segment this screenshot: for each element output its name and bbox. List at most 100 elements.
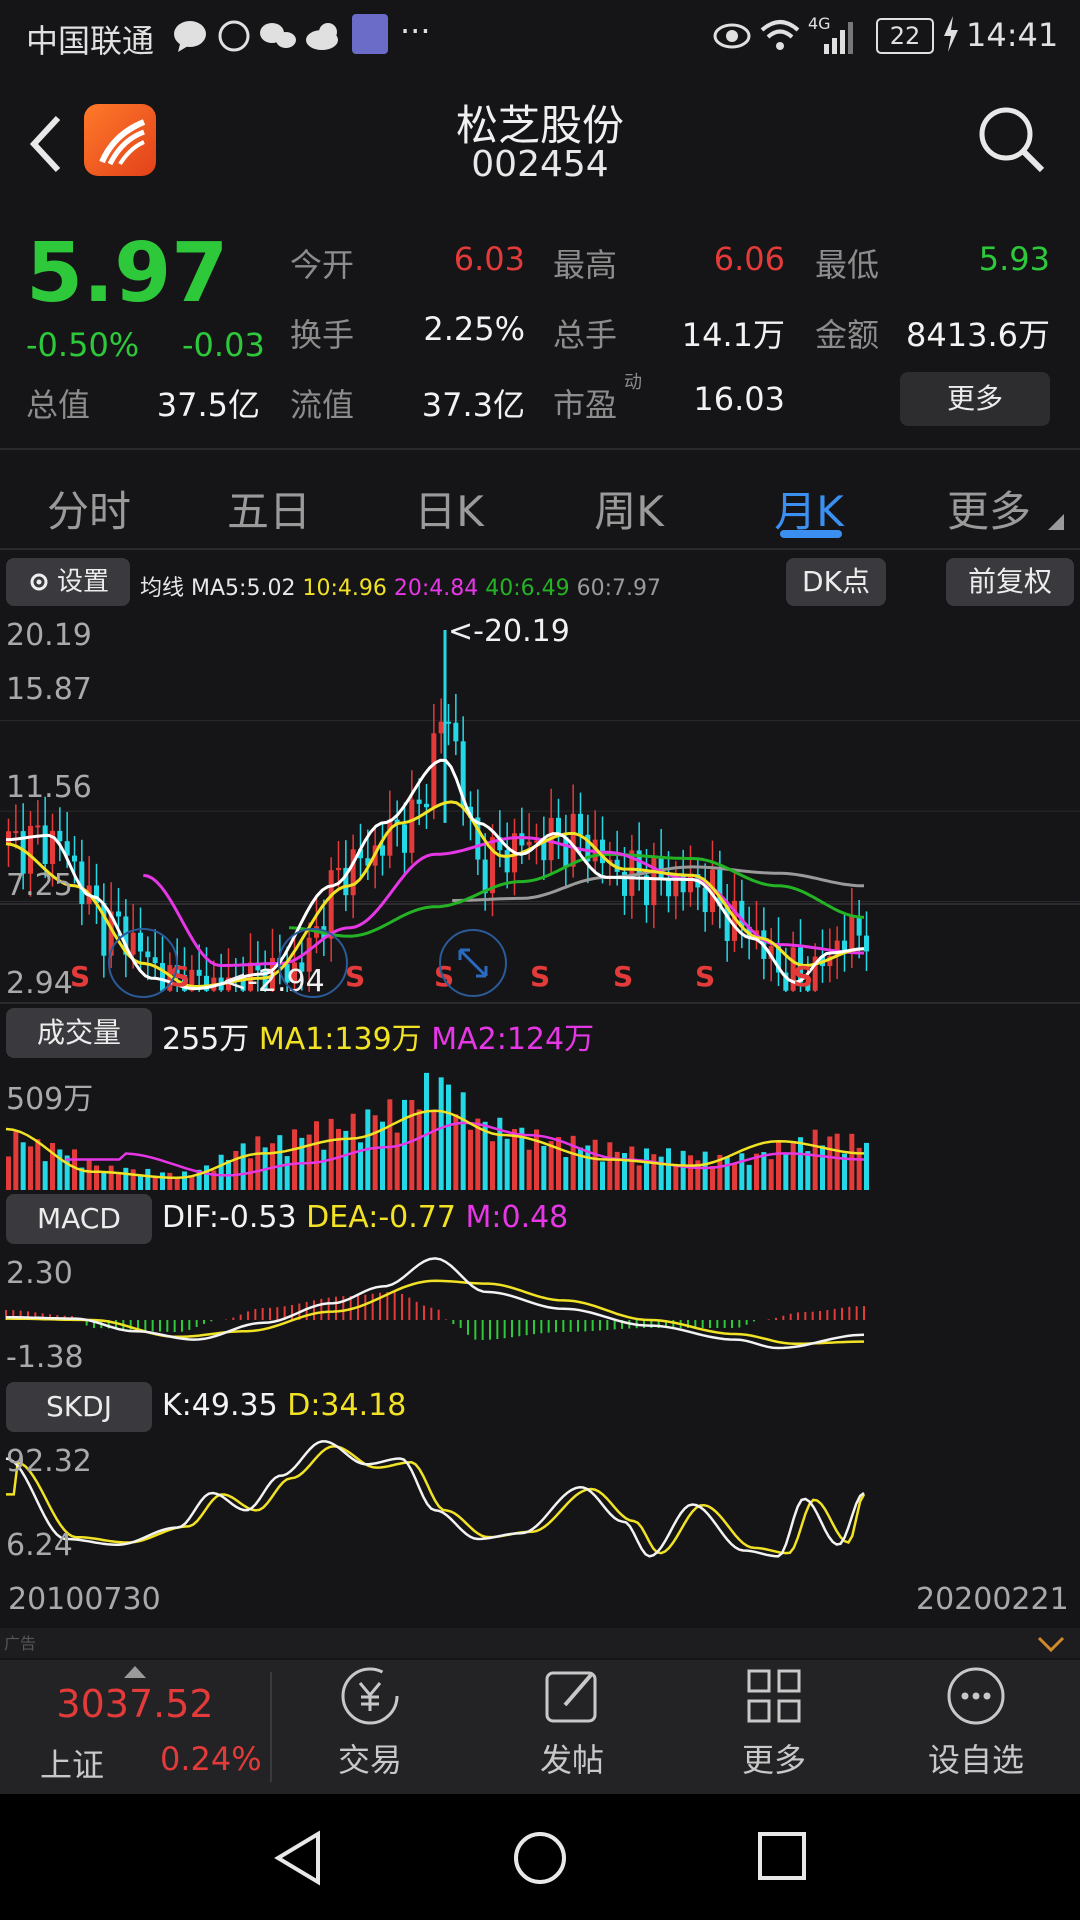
volume-label: 总手: [553, 316, 618, 354]
kline-y-tick: 15.87: [6, 672, 92, 707]
volume-bar: [86, 1159, 92, 1190]
ma-label: 均线: [140, 576, 185, 601]
turnover-value: 2.25%: [423, 310, 525, 348]
sell-signal-marker: S: [70, 960, 91, 993]
volume-bar: [592, 1139, 598, 1190]
volume-value: 14.1万: [681, 316, 785, 354]
index-name: 上证: [40, 1746, 105, 1784]
more-label: 更多: [741, 1741, 806, 1779]
settings-button[interactable]: 设置: [6, 558, 130, 606]
volume-bar: [739, 1153, 745, 1190]
skdj-y-bottom: 6.24: [6, 1528, 73, 1563]
volume-bar: [72, 1149, 77, 1190]
ad-strip: 广告: [0, 1628, 1080, 1658]
nav-recents-icon[interactable]: [756, 1830, 808, 1882]
volume-bar: [849, 1133, 855, 1190]
volume-bar: [174, 1177, 180, 1190]
volume-bar: [827, 1136, 833, 1190]
candle-body: [526, 841, 532, 846]
signal-icon: [822, 20, 858, 62]
more-button[interactable]: 更多: [674, 1665, 874, 1781]
candle-body: [116, 911, 121, 917]
trade-label: 交易: [337, 1741, 402, 1779]
volume-bar: [108, 1165, 114, 1190]
tab-3[interactable]: 日K: [374, 478, 524, 539]
volume-bar: [424, 1072, 429, 1190]
macd-svg: [5, 1257, 865, 1350]
volume-bar: [255, 1136, 261, 1190]
volume-bar: [490, 1141, 495, 1190]
zoom-in-icon[interactable]: [278, 928, 348, 998]
open-label: 今开: [290, 246, 355, 284]
skdj-indicator-button[interactable]: SKDJ: [6, 1382, 152, 1432]
zoom-out-icon[interactable]: [108, 928, 178, 998]
search-button[interactable]: [976, 104, 1046, 180]
tab-6[interactable]: 更多: [914, 478, 1064, 539]
volume-bar: [130, 1169, 136, 1190]
macd-indicator-button[interactable]: MACD: [6, 1194, 152, 1244]
volume-bar: [233, 1150, 239, 1190]
adjust-button[interactable]: 前复权: [946, 558, 1074, 606]
collapse-chevron-icon[interactable]: [1036, 1634, 1066, 1654]
volume-bar: [600, 1161, 605, 1190]
volume-bar: [702, 1151, 708, 1190]
candle-body: [864, 935, 869, 952]
float-value-label: 流值: [290, 386, 355, 424]
volume-bar: [629, 1146, 635, 1190]
volume-bar: [182, 1171, 187, 1190]
volume-bar: [380, 1121, 385, 1190]
volume-bar: [512, 1129, 517, 1190]
nav-home-icon[interactable]: [512, 1830, 568, 1886]
back-button[interactable]: [26, 112, 66, 180]
turnover-label: 换手: [290, 316, 355, 354]
pe-label: 市盈: [553, 386, 618, 424]
index-ticker[interactable]: 3037.52 上证 0.24%: [0, 1660, 270, 1794]
candle-body: [328, 870, 334, 939]
volume-chart[interactable]: [0, 1062, 1080, 1190]
pe-dynamic-mark: 动: [624, 372, 642, 393]
tab-1[interactable]: 分时: [14, 478, 164, 539]
sell-signal-marker: S: [530, 960, 551, 993]
volume-bar: [534, 1129, 539, 1190]
volume-ma2: MA2:124万: [431, 1022, 595, 1057]
change-percent: -0.50%: [26, 326, 140, 364]
volume-bar: [123, 1167, 129, 1190]
dk-point-button[interactable]: DK点: [786, 558, 886, 606]
volume-bar: [658, 1156, 664, 1190]
candle-body: [424, 803, 429, 808]
tab-4[interactable]: 周K: [554, 478, 704, 539]
volume-bar: [768, 1159, 774, 1190]
trade-button[interactable]: 交易: [270, 1665, 470, 1781]
volume-indicator-button[interactable]: 成交量: [6, 1008, 152, 1058]
macd-chart[interactable]: [0, 1248, 1080, 1376]
app-logo: [84, 104, 156, 176]
candle-body: [666, 878, 671, 897]
macd-dea: DEA:-0.77: [306, 1200, 456, 1235]
volume-bar: [673, 1165, 679, 1190]
volume-bar: [556, 1137, 561, 1190]
fullscreen-button[interactable]: [438, 928, 508, 1002]
volume-bar: [13, 1131, 19, 1190]
candle-body: [519, 833, 525, 846]
candle-body: [438, 721, 444, 734]
volume-bar: [563, 1157, 569, 1190]
volume-bar: [35, 1139, 41, 1190]
sell-signal-marker: S: [793, 960, 814, 993]
add-watchlist-button[interactable]: 设自选: [876, 1665, 1076, 1781]
status-bar: 中国联通 ··· 4G 22 14:41: [0, 0, 1080, 76]
nav-back-icon[interactable]: [272, 1830, 324, 1886]
volume-bar: [284, 1156, 290, 1190]
candle-body: [482, 859, 488, 894]
volume-bar: [812, 1129, 818, 1190]
skdj-chart[interactable]: [0, 1436, 1080, 1564]
change-amount: -0.03: [182, 326, 265, 364]
carrier-name: 中国联通: [26, 22, 155, 60]
tab-2[interactable]: 五日: [194, 478, 344, 539]
skdj-d: D:34.18: [287, 1388, 407, 1423]
candle-body: [72, 855, 77, 862]
volume-bar: [688, 1155, 693, 1190]
post-button[interactable]: 发帖: [472, 1665, 672, 1781]
volume-bar: [783, 1154, 789, 1190]
more-quote-button[interactable]: 更多: [900, 372, 1050, 426]
volume-bar: [864, 1142, 869, 1190]
